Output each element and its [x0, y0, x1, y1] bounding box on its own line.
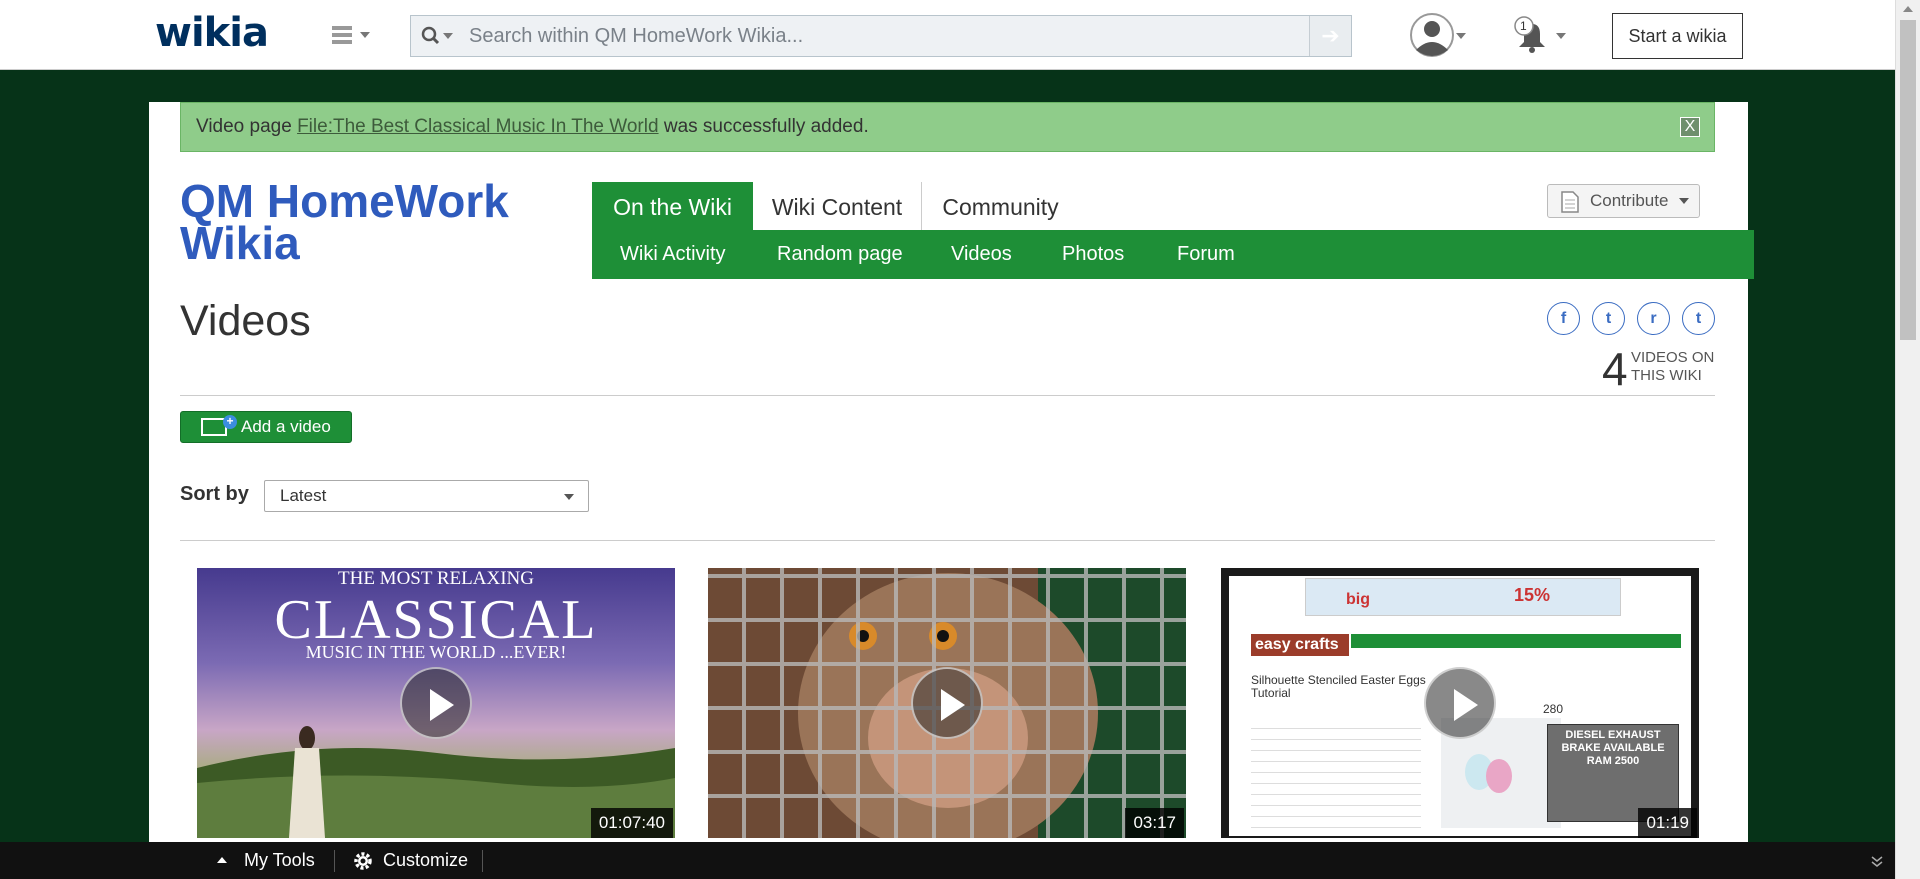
video-thumbnail[interactable]: THE MOST RELAXING CLASSICAL MUSIC IN THE…	[197, 568, 675, 838]
bottom-toolbar: My Tools Customize	[0, 842, 1895, 879]
search-input[interactable]	[467, 22, 1267, 50]
notifications-menu[interactable]: 1	[1510, 12, 1572, 58]
contribute-button[interactable]: Contribute	[1547, 184, 1700, 218]
document-icon	[1561, 191, 1579, 213]
search-icon[interactable]	[421, 26, 461, 46]
twitter-icon[interactable]: t	[1592, 302, 1625, 335]
plus-icon: +	[223, 415, 237, 429]
video-duration: 03:17	[1125, 808, 1184, 838]
user-avatar-menu[interactable]	[1410, 12, 1472, 58]
collapse-icon[interactable]	[1870, 854, 1884, 868]
search-go-button[interactable]: ➔	[1309, 16, 1351, 56]
divider	[180, 540, 1715, 541]
wiki-subnav: Wiki Activity Random page Videos Photos …	[592, 230, 1754, 279]
my-tools-button[interactable]: My Tools	[244, 842, 315, 879]
video-thumbnail[interactable]: big 15% easy crafts Silhouette Stenciled…	[1221, 568, 1699, 838]
play-icon[interactable]	[400, 667, 472, 739]
sort-label: Sort by	[180, 483, 249, 505]
chevron-up-icon	[217, 857, 227, 863]
video-thumbnail[interactable]: 03:17	[708, 568, 1186, 838]
wikia-logo[interactable]: wikia	[155, 10, 269, 56]
notice-file-link[interactable]: File:The Best Classical Music In The Wor…	[297, 116, 658, 137]
avatar-icon	[1410, 13, 1466, 57]
tumblr-icon[interactable]: t	[1682, 302, 1715, 335]
gear-icon	[354, 852, 372, 870]
customize-button[interactable]: Customize	[383, 842, 468, 879]
tab-on-the-wiki[interactable]: On the Wiki	[592, 182, 753, 232]
subnav-videos[interactable]: Videos	[951, 230, 1012, 279]
wiki-name[interactable]: QM HomeWork Wikia	[180, 178, 580, 266]
success-notice: Video page File:The Best Classical Music…	[180, 102, 1715, 152]
menu-icon[interactable]	[330, 22, 374, 48]
search-box: ➔	[410, 15, 1352, 57]
start-wikia-button[interactable]: Start a wikia	[1612, 13, 1743, 59]
play-icon[interactable]	[911, 667, 983, 739]
sort-select[interactable]: Latest	[264, 480, 589, 512]
video-duration: 01:19	[1638, 808, 1697, 838]
chevron-down-icon	[564, 494, 574, 500]
scrollbar-thumb[interactable]	[1900, 20, 1916, 340]
global-nav: wikia ➔ 1 Star	[0, 0, 1895, 70]
subnav-photos[interactable]: Photos	[1062, 230, 1124, 279]
page-title: Videos	[180, 297, 311, 345]
close-icon[interactable]: X	[1680, 117, 1700, 137]
add-video-button[interactable]: + Add a video	[180, 411, 352, 443]
subnav-wiki-activity[interactable]: Wiki Activity	[620, 230, 726, 279]
play-icon[interactable]	[1424, 667, 1496, 739]
subnav-forum[interactable]: Forum	[1177, 230, 1235, 279]
video-duration: 01:07:40	[590, 808, 673, 838]
tab-wiki-content[interactable]: Wiki Content	[753, 182, 921, 232]
tab-community[interactable]: Community	[921, 182, 1079, 232]
facebook-icon[interactable]: f	[1547, 302, 1580, 335]
video-count-label: VIDEOS ON THIS WIKI	[1631, 349, 1715, 384]
reddit-icon[interactable]: r	[1637, 302, 1670, 335]
divider	[180, 395, 1715, 396]
notification-count: 1	[1520, 19, 1527, 33]
scrollbar[interactable]	[1895, 0, 1920, 879]
video-count: 4	[1602, 343, 1628, 395]
subnav-random-page[interactable]: Random page	[777, 230, 903, 279]
